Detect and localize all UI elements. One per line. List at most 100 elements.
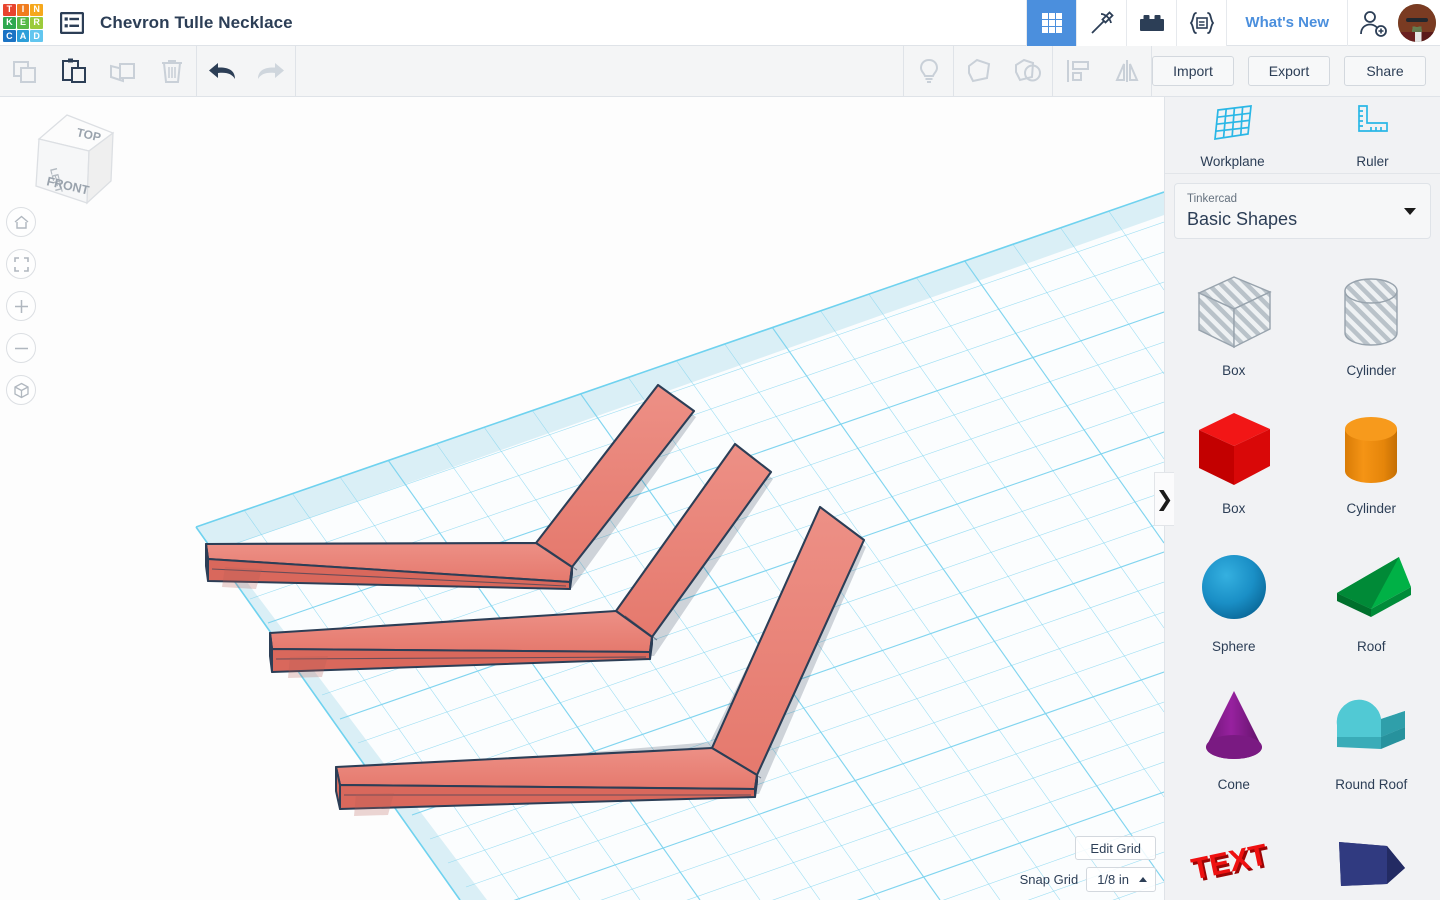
shape-item-text[interactable]: TEXT TEXT Text — [1165, 809, 1303, 900]
codeblocks-hammer-button[interactable] — [1076, 0, 1127, 46]
avatar[interactable] — [1398, 3, 1436, 42]
ruler-tool[interactable]: Ruler — [1328, 102, 1418, 169]
copy-icon — [12, 61, 36, 83]
shape-library-sublabel: Tinkercad — [1187, 193, 1238, 205]
properties-list-icon[interactable] — [56, 0, 88, 46]
shape-library-value: Basic Shapes — [1187, 209, 1298, 229]
duplicate-button[interactable] — [98, 46, 147, 97]
panel-tools: Workplane Ruler — [1165, 97, 1440, 174]
top-bar-actions: What's New — [1026, 0, 1440, 46]
fit-frame-icon — [13, 256, 29, 272]
undo-button[interactable] — [197, 46, 246, 97]
workplane-tool[interactable]: Workplane — [1188, 102, 1278, 169]
shape-item-box[interactable]: Box — [1165, 395, 1303, 533]
round-roof-icon — [1323, 679, 1419, 775]
light-button[interactable] — [904, 46, 953, 97]
whats-new-link[interactable]: What's New — [1226, 0, 1347, 46]
zoom-in-button[interactable] — [6, 291, 36, 321]
box-icon — [1186, 403, 1282, 499]
mirror-button[interactable] — [1102, 46, 1151, 97]
redo-button[interactable] — [246, 46, 295, 97]
ungroup-button[interactable] — [1003, 46, 1052, 97]
share-button[interactable]: Share — [1344, 56, 1426, 86]
minus-icon — [14, 347, 28, 349]
3d-scene — [0, 97, 1164, 900]
curly-braces-icon — [1189, 11, 1215, 34]
edit-grid-button[interactable]: Edit Grid — [1075, 836, 1156, 860]
toolbar-right-group: Import Export Share — [903, 45, 1440, 97]
logo-letter: N — [30, 3, 43, 16]
shape-label: Sphere — [1211, 639, 1256, 654]
snap-grid-value: 1/8 in — [1097, 872, 1129, 887]
edit-toolbar: Import Export Share — [0, 45, 1440, 97]
polygon-icon — [1323, 817, 1419, 900]
lessons-brick-button[interactable] — [1126, 0, 1177, 46]
grid-controls: Edit Grid Snap Grid 1/8 in — [1020, 836, 1156, 892]
codeblocks-button[interactable] — [1176, 0, 1227, 46]
add-person-icon[interactable] — [1348, 0, 1398, 46]
cube-view-icon — [13, 382, 29, 398]
shape-label: Round Roof — [1335, 777, 1408, 792]
home-icon — [14, 215, 28, 229]
tinkercad-logo[interactable]: T I N K E R C A D — [0, 0, 46, 46]
ruler-tool-label: Ruler — [1356, 153, 1389, 169]
shape-item-round-roof[interactable]: Round Roof — [1303, 671, 1440, 809]
logo-letter: I — [16, 3, 30, 16]
shape-item-cylinder[interactable]: Cylinder — [1303, 395, 1440, 533]
snap-grid-select[interactable]: 1/8 in — [1086, 867, 1156, 892]
home-view-button[interactable] — [6, 207, 36, 237]
ungroup-shape-icon — [1014, 58, 1041, 82]
shape-library-select[interactable]: Tinkercad Basic Shapes — [1174, 183, 1431, 239]
panel-collapse-button[interactable]: ❯ — [1154, 472, 1174, 526]
fit-to-view-button[interactable] — [6, 249, 36, 279]
delete-button[interactable] — [147, 46, 196, 97]
logo-letter: E — [16, 16, 30, 30]
chevron-down-icon — [1404, 208, 1416, 215]
group-shape-icon — [967, 58, 990, 83]
shape-item-cone[interactable]: Cone — [1165, 671, 1303, 809]
align-button[interactable] — [1053, 46, 1102, 97]
align-icon — [1066, 60, 1089, 82]
grid-icon — [1041, 12, 1062, 33]
undo-arrow-icon — [208, 63, 235, 79]
paste-button[interactable] — [49, 46, 98, 97]
designs-grid-button[interactable] — [1026, 0, 1077, 46]
cylinder-hole-icon — [1323, 265, 1419, 361]
tinkercad-app: T I N K E R C A D Chevron Tulle Necklace — [0, 0, 1440, 900]
trash-icon — [161, 60, 182, 83]
hammer-pick-icon — [1091, 10, 1114, 34]
zoom-out-button[interactable] — [6, 333, 36, 363]
plus-icon — [14, 299, 28, 313]
caret-up-icon — [1139, 877, 1147, 882]
shape-label: Cylinder — [1346, 363, 1397, 378]
shape-library-selector-wrap: Tinkercad Basic Shapes — [1165, 174, 1440, 251]
import-button[interactable]: Import — [1152, 56, 1234, 86]
export-button[interactable]: Export — [1248, 56, 1330, 86]
lightbulb-icon — [919, 58, 938, 83]
toolbar-divider — [295, 45, 296, 97]
group-button[interactable] — [954, 46, 1003, 97]
shape-label: Box — [1222, 363, 1246, 378]
shape-label: Cylinder — [1346, 501, 1397, 516]
snap-grid-label: Snap Grid — [1019, 872, 1079, 887]
redo-arrow-icon — [257, 63, 284, 79]
view-cube[interactable]: TOP LEFT FRONT — [14, 107, 120, 213]
roof-icon — [1323, 541, 1419, 637]
snap-grid-row: Snap Grid 1/8 in — [1020, 867, 1156, 892]
logo-letter: R — [30, 16, 43, 30]
shape-item-cylinder-hole[interactable]: Cylinder — [1303, 257, 1440, 395]
clipboard-tools — [0, 46, 196, 97]
shape-item-box-hole[interactable]: Box — [1165, 257, 1303, 395]
logo-letter: K — [3, 16, 16, 30]
ortho-perspective-toggle[interactable] — [6, 375, 36, 405]
logo-letter: D — [30, 30, 43, 43]
shape-item-roof[interactable]: Roof — [1303, 533, 1440, 671]
shape-label: Roof — [1356, 639, 1386, 654]
copy-button[interactable] — [0, 46, 49, 97]
shape-item-sphere[interactable]: Sphere — [1165, 533, 1303, 671]
lego-brick-icon — [1139, 14, 1164, 31]
text-3d-icon: TEXT TEXT — [1186, 817, 1282, 900]
3d-viewport[interactable]: TOP LEFT FRONT Edit Grid Snap Grid 1/8 i… — [0, 97, 1164, 900]
ruler-icon — [1352, 102, 1394, 147]
shape-item-polygon[interactable]: Polygon — [1303, 809, 1440, 900]
